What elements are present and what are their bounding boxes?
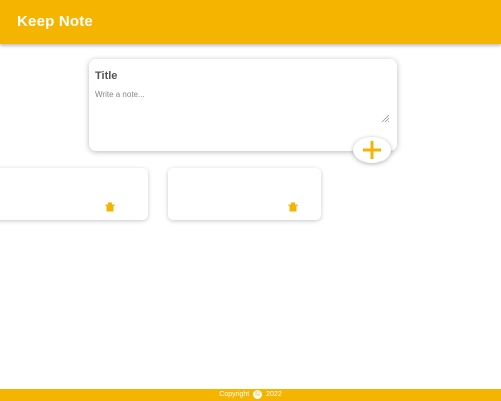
app-page: Keep Note Title Write a note... Copyrigh… bbox=[0, 0, 501, 401]
note-title-input[interactable] bbox=[95, 67, 375, 85]
add-note-button[interactable] bbox=[353, 137, 391, 163]
copyright-icon: © bbox=[253, 389, 263, 399]
app-footer: Copyright © 2022 bbox=[0, 389, 501, 401]
copyright-label: Copyright bbox=[219, 391, 250, 398]
resize-grip-icon[interactable] bbox=[381, 114, 389, 122]
delete-icon bbox=[288, 202, 298, 212]
delete-note-button[interactable] bbox=[287, 200, 299, 212]
app-header: Keep Note bbox=[0, 0, 501, 44]
footer-text: Copyright © 2022 bbox=[0, 389, 501, 401]
create-note-form bbox=[89, 59, 397, 151]
note-card bbox=[168, 168, 321, 220]
note-content-input[interactable] bbox=[95, 90, 380, 142]
plus-icon bbox=[363, 141, 381, 159]
delete-note-button[interactable] bbox=[104, 200, 116, 212]
note-card bbox=[0, 168, 148, 220]
delete-icon bbox=[105, 202, 115, 212]
copyright-year: 2022 bbox=[266, 391, 282, 398]
app-title: Keep Note bbox=[17, 13, 93, 30]
